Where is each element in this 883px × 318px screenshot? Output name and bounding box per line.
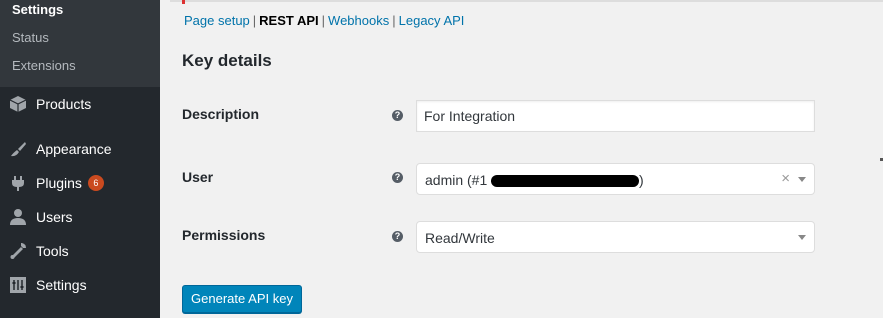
sidebar-item-label: Plugins <box>36 175 82 191</box>
wrench-icon <box>8 241 28 261</box>
description-label: Description <box>182 106 260 122</box>
plugins-update-badge: 6 <box>87 175 104 191</box>
submenu-item-status[interactable]: Status <box>12 30 49 45</box>
sidebar-item-label: Appearance <box>36 141 112 157</box>
user-select[interactable]: admin (#1 –) × <box>416 163 815 195</box>
sidebar-item-label: Products <box>36 96 92 112</box>
help-icon[interactable]: ? <box>392 231 403 242</box>
user-select-value: admin (#1 –) <box>425 172 644 188</box>
chevron-down-icon[interactable] <box>798 177 806 182</box>
sidebar-item-label: Tools <box>36 243 69 259</box>
redacted-email <box>490 175 639 188</box>
help-icon[interactable]: ? <box>392 110 403 121</box>
permissions-select-value: Read/Write <box>425 230 495 246</box>
user-select-text: admin (#1 – <box>425 172 499 188</box>
notice-marker <box>182 0 185 4</box>
submenu-item-settings[interactable]: Settings <box>12 2 63 17</box>
sidebar-item-label: Settings <box>36 277 87 293</box>
sidebar-item-appearance[interactable]: Appearance <box>0 132 160 166</box>
permissions-select[interactable]: Read/Write <box>416 221 815 253</box>
submenu-item-extensions[interactable]: Extensions <box>12 58 76 73</box>
box-icon <box>8 94 28 114</box>
user-icon <box>8 207 28 227</box>
sidebar-item-settings[interactable]: Settings <box>0 268 160 302</box>
subnav-separator: | <box>252 13 257 28</box>
subnav-page-setup[interactable]: Page setup <box>184 13 250 28</box>
admin-sidebar: Settings Status Extensions Products Appe… <box>0 0 160 318</box>
user-label: User <box>182 169 214 185</box>
sidebar-item-label: Users <box>36 209 73 225</box>
subnav-separator: | <box>321 13 326 28</box>
subnav-webhooks[interactable]: Webhooks <box>328 13 389 28</box>
sidebar-item-plugins[interactable]: Plugins 6 <box>0 166 160 200</box>
chevron-down-icon[interactable] <box>798 235 806 240</box>
paintbrush-icon <box>8 139 28 159</box>
clear-icon[interactable]: × <box>781 170 790 187</box>
help-icon[interactable]: ? <box>392 172 403 183</box>
user-select-suffix: ) <box>638 172 644 188</box>
page-title: Key details <box>182 51 272 70</box>
subnav-rest-api[interactable]: REST API <box>259 13 318 28</box>
permissions-label: Permissions <box>182 227 266 243</box>
description-field[interactable] <box>416 100 815 132</box>
notice-border <box>170 0 883 4</box>
plugin-icon <box>8 173 28 193</box>
sidebar-item-tools[interactable]: Tools <box>0 234 160 268</box>
generate-api-key-button[interactable]: Generate API key <box>182 285 302 313</box>
subnav-separator: | <box>392 13 396 28</box>
sidebar-item-products[interactable]: Products <box>0 87 160 121</box>
settings-submenu: Settings Status Extensions <box>0 0 160 87</box>
settings-subnav: Page setup | REST API | Webhooks | Legacy API <box>184 13 464 28</box>
subnav-legacy-api[interactable]: Legacy API <box>399 13 465 28</box>
settings-icon <box>8 275 28 295</box>
sidebar-item-users[interactable]: Users <box>0 200 160 234</box>
